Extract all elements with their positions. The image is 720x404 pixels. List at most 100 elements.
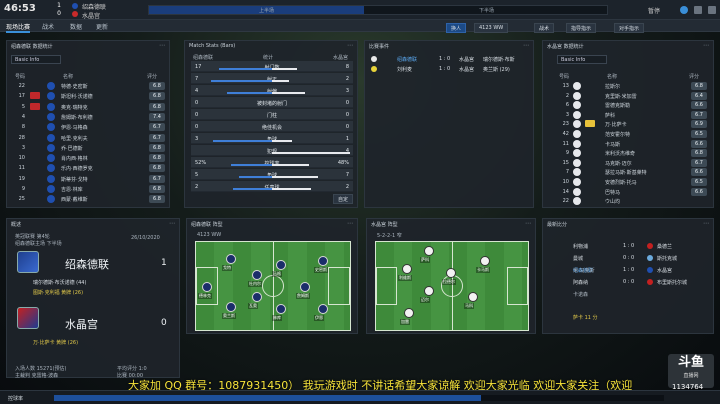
home-team-name: 绍森德联 <box>65 258 109 271</box>
result-row[interactable]: 曼城 0 : 0 斯托克城 <box>551 253 705 263</box>
match-date: 26/10/2020 <box>131 235 160 241</box>
player-marker[interactable] <box>226 302 236 312</box>
result-score: 0 : 0 <box>623 255 635 261</box>
player-rating: 7.4 <box>149 112 165 121</box>
panel-header: Match Stats (Bars) ⋯ <box>185 41 357 51</box>
player-row[interactable]: 22 特德·史密斯 6.8 <box>11 81 165 91</box>
player-row[interactable]: 9 米利沃杰维奇 6.8 <box>555 148 707 158</box>
player-marker[interactable] <box>404 308 414 318</box>
more-icon[interactable]: ⋯ <box>347 42 353 49</box>
home-view-dropdown[interactable]: Basic Info <box>11 55 61 64</box>
more-icon[interactable]: ⋯ <box>159 42 165 49</box>
stat-label: 被封堵的射门 <box>256 101 287 107</box>
team-instructions-button[interactable]: 指导指示 <box>566 23 597 33</box>
player-row[interactable]: 13 拉斯尔 6.8 <box>555 81 707 91</box>
more-icon[interactable]: ⋯ <box>703 42 709 49</box>
player-name: 斯坦利·沃诺德 <box>61 94 93 101</box>
tactics-button[interactable]: 战术 <box>534 23 555 33</box>
player-marker[interactable] <box>468 292 478 302</box>
player-marker[interactable] <box>480 256 490 266</box>
more-icon[interactable]: ⋯ <box>347 220 353 227</box>
player-marker[interactable] <box>424 286 434 296</box>
home-crest-icon <box>72 3 78 9</box>
player-marker[interactable] <box>446 268 456 278</box>
player-row[interactable]: 8 伊恩·马格森 6.7 <box>11 122 165 132</box>
player-rating: 6.8 <box>149 143 165 152</box>
menu-updates[interactable]: 更新 <box>96 22 108 31</box>
summary-panel: 概述 ⋯ 英冠联赛 第4轮 26/10/2020 绍森德联主场 下半场 绍森德联 … <box>6 218 180 379</box>
player-marker-name: 詹姆斯 <box>296 293 310 299</box>
opposition-instructions-button[interactable]: 对手指示 <box>614 23 645 33</box>
player-row[interactable]: 22 ウ山均 <box>555 196 707 206</box>
close-icon[interactable] <box>708 6 716 14</box>
player-row[interactable]: 28 哈里·克利夫 6.7 <box>11 133 165 143</box>
more-icon[interactable]: ⋯ <box>523 42 529 49</box>
player-number: 11 <box>18 165 25 172</box>
panel-header: 绍森德联 阵型 ⋯ <box>187 219 357 229</box>
result-score: 1 : 0 <box>623 267 635 273</box>
player-row[interactable]: 10 肖内西·格林 6.8 <box>11 153 165 163</box>
player-marker[interactable] <box>300 282 310 292</box>
player-row[interactable]: 15 马克斯·迈尔 6.7 <box>555 158 707 168</box>
player-row[interactable]: 11 卡马斯 6.6 <box>555 139 707 149</box>
player-marker-name: 瓦奥 <box>248 303 258 309</box>
pause-button[interactable]: 暂停 <box>648 6 660 15</box>
match-timeline[interactable]: 上半场 下半场 <box>148 5 608 15</box>
header-rating: 评分 <box>689 74 700 80</box>
player-rating: 6.8 <box>149 185 165 193</box>
player-marker-name: 杜内尔 <box>248 281 262 287</box>
player-row[interactable]: 9 吉恩·林库 6.8 <box>11 184 165 194</box>
player-row[interactable]: 23 万·比萨卡 6.9 <box>555 119 707 129</box>
player-row[interactable]: 3 乔·巴德斯 6.8 <box>11 143 165 153</box>
more-icon[interactable]: ⋯ <box>169 220 175 227</box>
player-row[interactable]: 6 雷德克斯勒 6.6 <box>555 100 707 110</box>
formation-button[interactable]: 4123 WW <box>474 23 509 33</box>
shirt-icon <box>47 164 55 173</box>
player-row[interactable]: 3 萨科 6.7 <box>555 110 707 120</box>
player-marker[interactable] <box>226 254 236 264</box>
menu-tactics[interactable]: 战术 <box>42 22 54 31</box>
speed-icon[interactable] <box>680 6 688 14</box>
player-row[interactable]: 11 乐内·西德罗克 6.8 <box>11 163 165 173</box>
player-marker[interactable] <box>202 282 212 292</box>
result-row[interactable]: 利物浦 1 : 0 桑德兰 <box>551 241 705 251</box>
player-marker[interactable] <box>318 304 328 314</box>
player-rating: 6.8 <box>149 92 165 101</box>
possession-fill <box>54 395 481 401</box>
shirt-icon <box>47 185 55 193</box>
away-stat-bar <box>272 164 309 166</box>
competition-info: 英冠联赛 第4轮 <box>15 234 50 240</box>
player-name: 萨科 <box>605 112 616 119</box>
substitute-button[interactable]: 换人 <box>446 23 467 33</box>
player-marker[interactable] <box>318 256 328 266</box>
player-row[interactable]: 10 安德烈斯·托马 6.5 <box>555 177 707 187</box>
panel-header: 水晶宫 阵型 ⋯ <box>367 219 535 229</box>
player-row[interactable]: 7 瑟拉马斯·斯基莱特 6.6 <box>555 167 707 177</box>
player-rating: 6.7 <box>149 123 165 132</box>
player-row[interactable]: 14 巴特马 6.6 <box>555 187 707 197</box>
settings-icon[interactable] <box>694 6 702 14</box>
player-marker[interactable] <box>252 292 262 302</box>
club-crest-icon <box>647 267 653 273</box>
player-marker[interactable] <box>252 270 262 280</box>
player-row[interactable]: 42 范安霍尔特 6.5 <box>555 129 707 139</box>
menu-data[interactable]: 数据 <box>70 22 82 31</box>
player-row[interactable]: 4 詹姆斯·布利德 7.4 <box>11 112 165 122</box>
more-icon[interactable]: ⋯ <box>703 220 709 227</box>
player-row[interactable]: 19 斯蒂芬·戈特 6.7 <box>11 174 165 184</box>
more-icon[interactable]: ⋯ <box>525 220 531 227</box>
player-marker[interactable] <box>276 260 286 270</box>
away-view-dropdown[interactable]: Basic Info <box>557 55 607 64</box>
player-marker[interactable] <box>402 264 412 274</box>
player-marker-name: 伊恩 <box>314 315 324 321</box>
player-marker[interactable] <box>276 304 286 314</box>
player-row[interactable]: 25 西蒙·戴维斯 6.8 <box>11 194 165 204</box>
player-row[interactable]: 5 奥克·瑞特克 6.8 <box>11 102 165 112</box>
customize-button[interactable]: 自定 <box>333 194 354 204</box>
player-marker[interactable] <box>424 246 434 256</box>
stat-away-value: 2 <box>345 184 349 190</box>
result-row[interactable]: 阿森纳 0 : 0 布里斯托尔城 <box>551 277 705 287</box>
menu-live-match[interactable]: 现场比赛 <box>6 22 31 33</box>
player-row[interactable]: 2 克里斯·米加雷 6.4 <box>555 91 707 101</box>
player-row[interactable]: 17 斯坦利·沃诺德 6.8 <box>11 91 165 101</box>
